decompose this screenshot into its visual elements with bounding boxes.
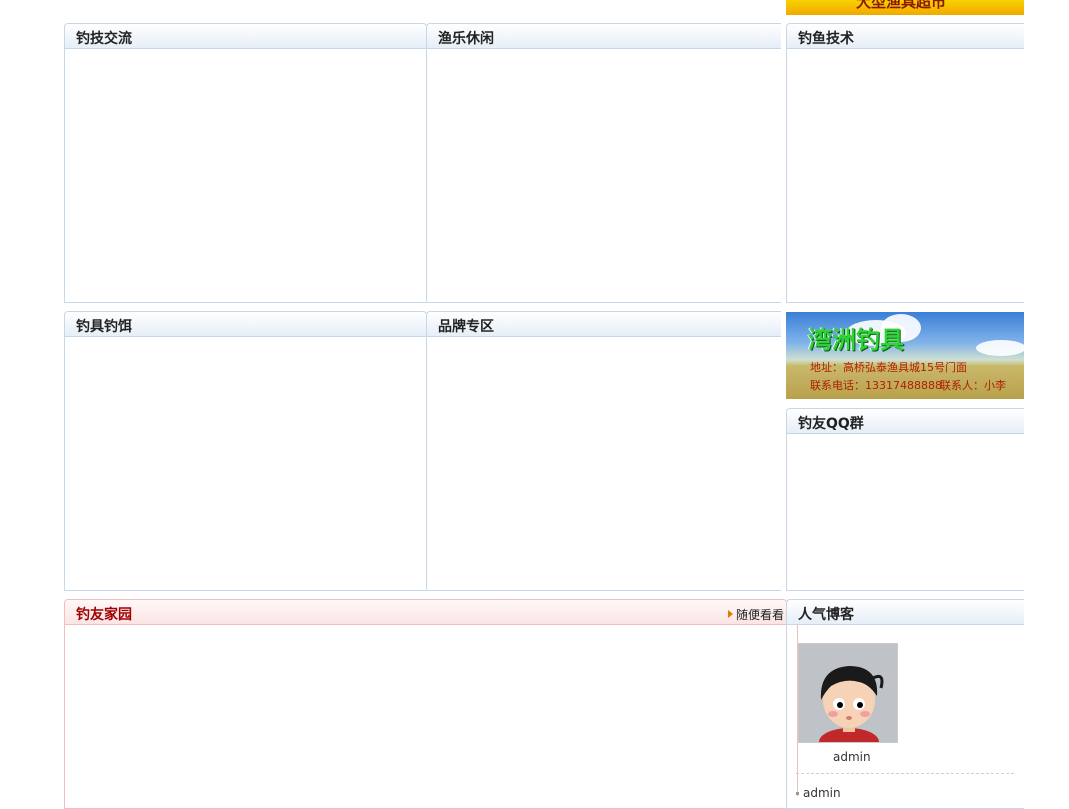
panel-title[interactable]: 钓友家园 xyxy=(76,604,132,624)
panel-qq-group: 钓友QQ群 xyxy=(786,408,1024,591)
panel-brand-zone: 品牌专区 xyxy=(426,311,781,591)
panel-title[interactable]: 品牌专区 xyxy=(438,316,494,336)
panel-title[interactable]: 人气博客 xyxy=(798,604,854,624)
panel-title[interactable]: 钓友QQ群 xyxy=(798,413,864,433)
cartoon-avatar-icon xyxy=(799,644,897,742)
browse-randomly-label: 随便看看 xyxy=(735,608,784,622)
panel-friends-home: 钓友家园 随便看看 xyxy=(64,599,787,809)
bullet-icon xyxy=(796,792,799,795)
ad-address: 地址：高桥弘泰渔具城15号门面 xyxy=(810,361,967,374)
panel-tackle-bait: 钓具钓饵 xyxy=(64,311,427,591)
ad-contact: 联系人：小李 xyxy=(940,379,1006,392)
panel-fishing-skill-exchange: 钓技交流 xyxy=(64,23,427,303)
panel-fishing-technique: 钓鱼技术 xyxy=(786,23,1024,303)
panel-title[interactable]: 钓具钓饵 xyxy=(76,316,132,336)
top-banner-text: 大型渔具超市 xyxy=(856,0,947,11)
ad-title: 湾洲钓具 xyxy=(808,326,904,354)
browse-randomly-link[interactable]: 随便看看 xyxy=(727,606,784,623)
top-banner-ad[interactable]: 大型渔具超市 xyxy=(786,0,1024,15)
panel-title[interactable]: 渔乐休闲 xyxy=(438,28,494,48)
cloud-decoration xyxy=(976,340,1024,356)
panel-title[interactable]: 钓鱼技术 xyxy=(798,28,854,48)
blogger-list-item[interactable]: admin xyxy=(796,786,841,800)
panel-fishing-leisure: 渔乐休闲 xyxy=(426,23,781,303)
arrow-right-icon xyxy=(727,610,733,618)
dashed-divider xyxy=(796,773,1014,774)
panel-title[interactable]: 钓技交流 xyxy=(76,28,132,48)
blogger-name[interactable]: admin xyxy=(833,750,871,764)
tackle-shop-ad-banner[interactable]: 湾洲钓具 地址：高桥弘泰渔具城15号门面 联系电话：13317488888 联系… xyxy=(786,312,1024,399)
blogger-avatar[interactable] xyxy=(798,643,898,743)
ad-phone: 联系电话：13317488888 xyxy=(810,379,942,392)
blogger-list-item-label: admin xyxy=(803,786,841,800)
